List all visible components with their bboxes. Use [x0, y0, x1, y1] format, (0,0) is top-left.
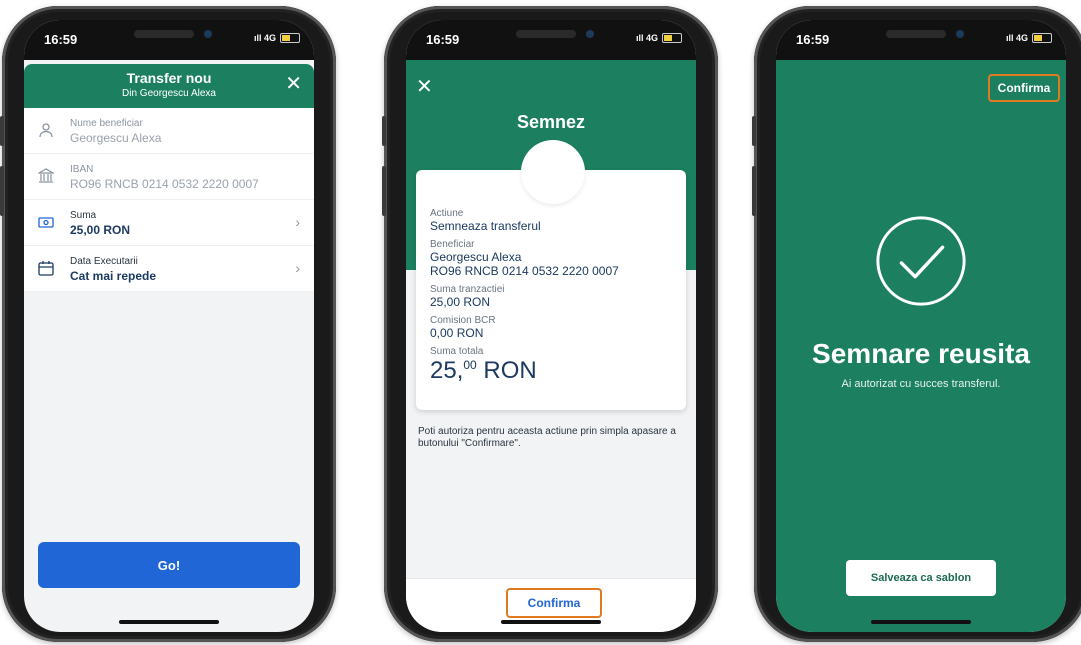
- avatar: [521, 140, 585, 204]
- success-title: Semnare reusita: [812, 338, 1030, 369]
- save-template-button[interactable]: Salveaza ca sablon: [846, 560, 996, 596]
- home-indicator: [119, 620, 219, 624]
- phone-frame-2: 16:59 ıll 4G ✕ Semnez Actiune Semneaza t…: [382, 6, 718, 642]
- battery-icon: [662, 33, 682, 43]
- execution-date-label: Data Executarii: [70, 256, 138, 267]
- network-indicator: ıll 4G: [253, 33, 276, 43]
- beneficiary-label: Beneficiar: [430, 239, 475, 250]
- phone-frame-1: 16:59 ıll 4G Transfer nou Din Georgescu …: [0, 6, 336, 642]
- iban-row[interactable]: IBAN RO96 RNCB 0214 0532 2220 0007: [24, 154, 314, 200]
- status-time: 16:59: [796, 32, 830, 47]
- person-icon: [39, 123, 53, 138]
- status-bar: 16:59 ıll 4G: [24, 20, 314, 60]
- iban-value: RO96 RNCB 0214 0532 2220 0007: [70, 177, 259, 191]
- amount-label: Suma: [70, 210, 97, 221]
- battery-icon: [280, 33, 300, 43]
- execution-date-value: Cat mai repede: [70, 269, 157, 283]
- network-indicator: ıll 4G: [1005, 33, 1028, 43]
- confirm-button[interactable]: Confirma: [988, 74, 1060, 102]
- amount-value: 25,00 RON: [430, 295, 491, 309]
- close-icon[interactable]: ✕: [285, 74, 302, 94]
- page-title: Semnez: [516, 112, 586, 132]
- phone-frame-3: 16:59 ıll 4G Confirma Semnare reusita Ai…: [752, 6, 1081, 642]
- authorization-note: Poti autoriza pentru aceasta actiune pri…: [418, 426, 676, 449]
- beneficiary-iban: RO96 RNCB 0214 0532 2220 0007: [430, 264, 619, 278]
- beneficiary-value: Georgescu Alexa: [70, 131, 162, 145]
- summary-card: Actiune Semneaza transferul Beneficiar G…: [416, 170, 686, 410]
- screen-semnare-reusita: 16:59 ıll 4G Confirma Semnare reusita Ai…: [776, 20, 1066, 632]
- fee-label: Comision BCR: [430, 315, 496, 326]
- beneficiary-name: Georgescu Alexa: [430, 250, 522, 264]
- home-indicator: [871, 620, 971, 624]
- battery-icon: [1032, 33, 1052, 43]
- page-title: Transfer nou: [126, 70, 212, 86]
- confirm-button[interactable]: Confirma: [506, 588, 602, 618]
- status-time: 16:59: [426, 32, 460, 47]
- amount-value: 25,00 RON: [70, 223, 131, 237]
- close-icon[interactable]: ✕: [416, 74, 433, 99]
- home-indicator: [501, 620, 601, 624]
- page-subtitle: Din Georgescu Alexa: [122, 88, 216, 99]
- money-icon: [38, 217, 54, 228]
- fee-value: 0,00 RON: [430, 326, 484, 340]
- bank-icon: [38, 168, 54, 183]
- transfer-header: Transfer nou Din Georgescu Alexa ✕: [24, 64, 314, 108]
- go-button[interactable]: Go!: [38, 542, 300, 588]
- screen-transfer-nou: 16:59 ıll 4G Transfer nou Din Georgescu …: [24, 20, 314, 632]
- check-circle-icon: [876, 216, 966, 306]
- iban-label: IBAN: [70, 164, 94, 175]
- execution-date-row[interactable]: Data Executarii Cat mai repede ›: [24, 246, 314, 292]
- action-label: Actiune: [430, 208, 464, 219]
- calendar-icon: [38, 261, 54, 276]
- amount-label: Suma tranzactiei: [430, 284, 505, 295]
- transfer-form: Nume beneficiar Georgescu Alexa IBAN RO9…: [24, 108, 314, 292]
- screen-semnez: 16:59 ıll 4G ✕ Semnez Actiune Semneaza t…: [406, 20, 696, 632]
- action-value: Semneaza transferul: [430, 219, 541, 233]
- success-subtitle: Ai autorizat cu succes transferul.: [841, 378, 1001, 390]
- beneficiary-row[interactable]: Nume beneficiar Georgescu Alexa: [24, 108, 314, 154]
- total-value: 25,00 RON: [430, 357, 537, 384]
- total-label: Suma totala: [430, 346, 484, 357]
- status-bar: 16:59 ıll 4G: [406, 20, 696, 60]
- network-indicator: ıll 4G: [635, 33, 658, 43]
- status-time: 16:59: [44, 32, 78, 47]
- chevron-right-icon: ›: [295, 214, 300, 230]
- amount-row[interactable]: Suma 25,00 RON ›: [24, 200, 314, 246]
- beneficiary-label: Nume beneficiar: [70, 118, 143, 129]
- status-bar: 16:59 ıll 4G: [776, 20, 1066, 60]
- chevron-right-icon: ›: [295, 260, 300, 276]
